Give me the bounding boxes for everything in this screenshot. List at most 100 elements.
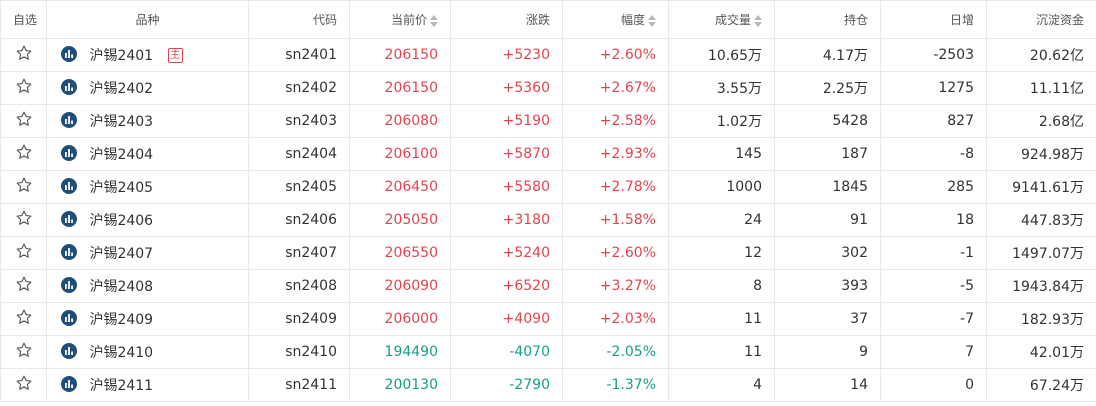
futures-quote-table: 自选 品种 代码 当前价 涨跌 幅度 成交量 持仓 日增 沉淀资金 沪锡2401… [0,0,1096,402]
chart-icon[interactable] [61,79,77,95]
sort-icon[interactable] [754,14,762,27]
name-cell: 沪锡2408 [46,269,249,303]
pct-cell: +2.60% [562,236,669,270]
star-icon[interactable] [15,209,33,231]
daily-cell: -2503 [880,38,987,72]
chart-icon[interactable] [61,343,77,359]
chart-icon[interactable] [61,145,77,161]
daily-cell: 285 [880,170,987,204]
table-row[interactable]: 沪锡2402 sn2402 206150 +5360 +2.67% 3.55万 … [0,71,1096,105]
oi-cell: 91 [774,203,881,237]
star-icon[interactable] [15,275,33,297]
contract-name[interactable]: 沪锡2404 [89,147,153,163]
table-row[interactable]: 沪锡2410 sn2410 194490 -4070 -2.05% 11 9 7… [0,335,1096,369]
chart-icon[interactable] [61,244,77,260]
star-icon[interactable] [15,176,33,198]
sort-icon[interactable] [648,14,656,27]
oi-cell: 4.17万 [774,38,881,72]
table-row[interactable]: 沪锡2407 sn2407 206550 +5240 +2.60% 12 302… [0,236,1096,270]
daily-cell: 18 [880,203,987,237]
chart-icon[interactable] [61,46,77,62]
star-icon[interactable] [15,242,33,264]
table-header-row: 自选 品种 代码 当前价 涨跌 幅度 成交量 持仓 日增 沉淀资金 [0,0,1096,39]
star-icon[interactable] [15,110,33,132]
code-cell: sn2405 [248,170,350,204]
header-price[interactable]: 当前价 [349,0,451,39]
fav-cell [0,38,47,72]
volume-cell: 10.65万 [668,38,775,72]
contract-name[interactable]: 沪锡2408 [89,279,153,295]
header-volume[interactable]: 成交量 [668,0,775,39]
contract-name[interactable]: 沪锡2406 [89,213,153,229]
name-cell: 沪锡2411 [46,368,249,402]
pct-cell: +2.60% [562,38,669,72]
contract-name[interactable]: 沪锡2403 [89,114,153,130]
price-cell: 205050 [349,203,451,237]
pct-cell: +2.58% [562,104,669,138]
oi-cell: 2.25万 [774,71,881,105]
chart-icon[interactable] [61,178,77,194]
table-row[interactable]: 沪锡2409 sn2409 206000 +4090 +2.03% 11 37 … [0,302,1096,336]
name-cell: 沪锡2401 主 [46,38,249,72]
oi-cell: 5428 [774,104,881,138]
header-volume-label: 成交量 [714,13,751,27]
code-cell: sn2407 [248,236,350,270]
name-cell: 沪锡2409 [46,302,249,336]
code-cell: sn2408 [248,269,350,303]
table-row[interactable]: 沪锡2408 sn2408 206090 +6520 +3.27% 8 393 … [0,269,1096,303]
daily-cell: -8 [880,137,987,171]
star-icon[interactable] [15,143,33,165]
daily-cell: 1275 [880,71,987,105]
header-price-label: 当前价 [390,13,427,27]
chart-icon[interactable] [61,112,77,128]
contract-name[interactable]: 沪锡2409 [89,312,153,328]
chart-icon[interactable] [61,277,77,293]
code-cell: sn2402 [248,71,350,105]
name-cell: 沪锡2410 [46,335,249,369]
funds-cell: 9141.61万 [986,170,1096,204]
table-row[interactable]: 沪锡2404 sn2404 206100 +5870 +2.93% 145 18… [0,137,1096,171]
chart-icon[interactable] [61,310,77,326]
change-cell: +5360 [450,71,563,105]
contract-name[interactable]: 沪锡2407 [89,246,153,262]
code-cell: sn2401 [248,38,350,72]
daily-cell: 7 [880,335,987,369]
table-row[interactable]: 沪锡2403 sn2403 206080 +5190 +2.58% 1.02万 … [0,104,1096,138]
main-contract-badge: 主 [167,47,183,63]
header-code: 代码 [248,0,350,39]
change-cell: +5580 [450,170,563,204]
sort-icon[interactable] [430,14,438,27]
funds-cell: 447.83万 [986,203,1096,237]
contract-name[interactable]: 沪锡2410 [89,345,153,361]
star-icon[interactable] [15,77,33,99]
table-row[interactable]: 沪锡2411 sn2411 200130 -2790 -1.37% 4 14 0… [0,368,1096,402]
code-cell: sn2410 [248,335,350,369]
fav-cell [0,302,47,336]
price-cell: 206000 [349,302,451,336]
table-row[interactable]: 沪锡2405 sn2405 206450 +5580 +2.78% 1000 1… [0,170,1096,204]
volume-cell: 145 [668,137,775,171]
header-pct[interactable]: 幅度 [562,0,669,39]
pct-cell: -1.37% [562,368,669,402]
star-icon[interactable] [15,44,33,66]
contract-name[interactable]: 沪锡2401 [89,48,153,64]
star-icon[interactable] [15,374,33,396]
table-row[interactable]: 沪锡2401 主 sn2401 206150 +5230 +2.60% 10.6… [0,38,1096,72]
pct-cell: +3.27% [562,269,669,303]
code-cell: sn2409 [248,302,350,336]
contract-name[interactable]: 沪锡2411 [89,378,153,394]
chart-icon[interactable] [61,376,77,392]
header-daily: 日增 [880,0,987,39]
star-icon[interactable] [15,308,33,330]
chart-icon[interactable] [61,211,77,227]
price-cell: 194490 [349,335,451,369]
table-row[interactable]: 沪锡2406 sn2406 205050 +3180 +1.58% 24 91 … [0,203,1096,237]
fav-cell [0,335,47,369]
code-cell: sn2404 [248,137,350,171]
contract-name[interactable]: 沪锡2402 [89,81,153,97]
funds-cell: 42.01万 [986,335,1096,369]
contract-name[interactable]: 沪锡2405 [89,180,153,196]
pct-cell: +2.03% [562,302,669,336]
pct-cell: +2.93% [562,137,669,171]
star-icon[interactable] [15,341,33,363]
